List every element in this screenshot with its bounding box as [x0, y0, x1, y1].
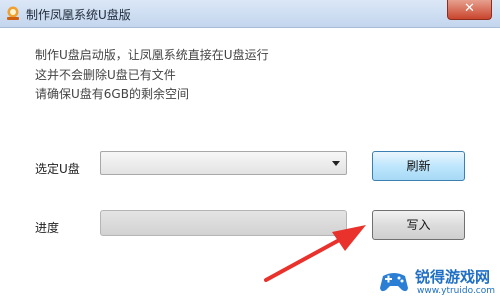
watermark-name: 锐得游戏网 — [415, 268, 491, 286]
progress-bar — [100, 210, 347, 236]
write-button[interactable]: 写入 — [372, 210, 465, 240]
site-watermark: 锐得游戏网 www.ytruido.com — [377, 262, 499, 302]
title-bar: 制作凤凰系统U盘版 ✕ — [0, 0, 500, 28]
drive-select-label: 选定U盘 — [35, 162, 80, 176]
window-title: 制作凤凰系统U盘版 — [26, 8, 131, 22]
refresh-button[interactable]: 刷新 — [372, 151, 465, 181]
watermark-url: www.ytruido.com — [417, 286, 496, 296]
gamepad-logo-icon — [380, 273, 408, 292]
info-line-1: 制作U盘启动版，让凤凰系统直接在U盘运行 — [35, 48, 269, 62]
info-line-3: 请确保U盘有6GB的剩余空间 — [35, 87, 189, 101]
drive-select[interactable] — [100, 151, 347, 175]
chevron-down-icon[interactable] — [332, 161, 340, 166]
info-line-2: 这并不会删除U盘已有文件 — [35, 68, 176, 82]
phoenix-app-icon — [7, 6, 19, 20]
close-button[interactable]: ✕ — [447, 0, 492, 20]
progress-label: 进度 — [35, 221, 60, 235]
